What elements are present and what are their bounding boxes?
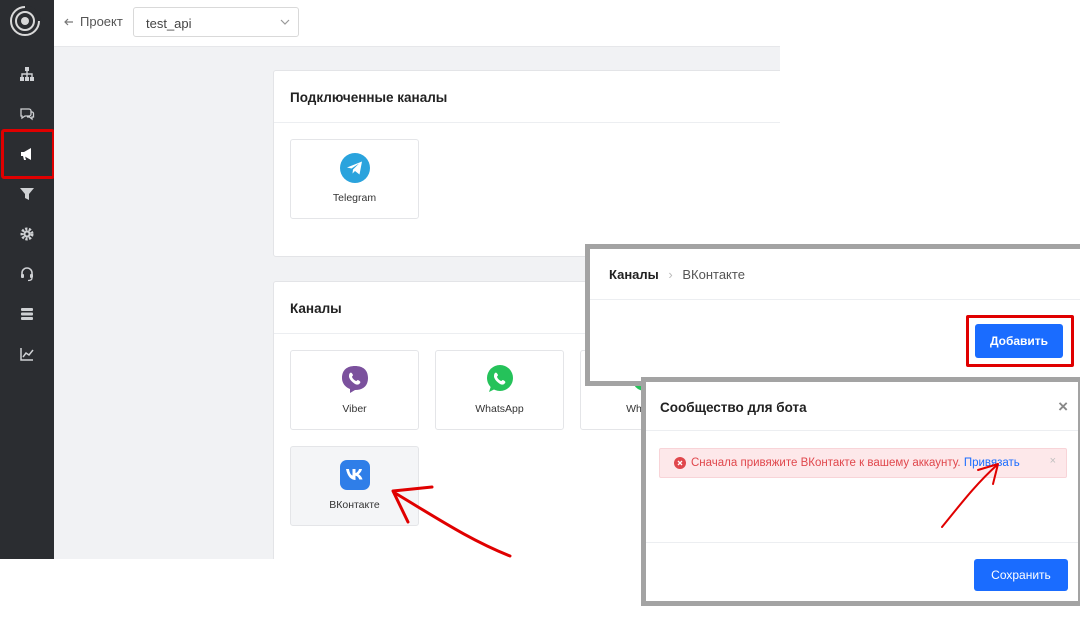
connected-channels-card: Подключенные каналы Telegram xyxy=(273,70,780,257)
gear-icon xyxy=(20,227,34,241)
sitemap-icon xyxy=(20,67,34,81)
annotation-highlight-nav xyxy=(1,129,55,179)
tile-label: WhatsApp xyxy=(475,403,524,415)
alert-text: Сначала привяжите ВКонтакте к вашему акк… xyxy=(691,457,961,469)
nav-analytics[interactable] xyxy=(0,334,54,374)
link-account-link[interactable]: Привязать xyxy=(964,457,1020,469)
alert-close-icon[interactable]: × xyxy=(1050,455,1056,467)
channel-tile-telegram[interactable]: Telegram xyxy=(290,139,419,219)
vk-panel: Каналы › ВКонтакте Добавить xyxy=(585,244,1080,386)
project-value: test_api xyxy=(146,16,192,31)
nav-chats[interactable] xyxy=(0,94,54,134)
close-icon[interactable]: × xyxy=(1058,397,1068,417)
back-label: Проект xyxy=(80,14,123,29)
divider xyxy=(274,122,780,123)
arrow-left-icon xyxy=(64,18,73,25)
whatsapp-icon xyxy=(487,365,513,392)
tile-label: Telegram xyxy=(332,192,377,204)
error-alert: Сначала привяжите ВКонтакте к вашему акк… xyxy=(659,448,1067,478)
channels-title: Каналы xyxy=(290,301,342,316)
vk-icon xyxy=(340,460,370,490)
nav-support[interactable] xyxy=(0,254,54,294)
database-icon xyxy=(21,308,33,320)
sidebar xyxy=(0,0,54,559)
breadcrumb-current: ВКонтакте xyxy=(682,267,745,282)
chevron-down-icon xyxy=(280,19,290,25)
nav-settings[interactable] xyxy=(0,214,54,254)
connected-title: Подключенные каналы xyxy=(290,90,448,105)
channel-tile-viber[interactable]: Viber xyxy=(290,350,419,430)
chat-icon xyxy=(20,108,35,121)
nav-structure[interactable] xyxy=(0,54,54,94)
topbar: Проект test_api xyxy=(54,0,780,47)
modal-title: Сообщество для бота xyxy=(660,400,807,415)
headset-icon xyxy=(21,267,33,282)
filter-icon xyxy=(20,188,34,200)
chart-icon xyxy=(20,348,34,361)
channel-tile-vk[interactable]: ВКонтакте xyxy=(290,446,419,526)
channel-tile-whatsapp[interactable]: WhatsApp xyxy=(435,350,564,430)
divider xyxy=(646,430,1078,431)
nav-database[interactable] xyxy=(0,294,54,334)
project-select[interactable]: test_api xyxy=(133,7,299,37)
breadcrumb-root[interactable]: Каналы xyxy=(609,267,659,282)
error-icon xyxy=(674,457,686,469)
telegram-icon xyxy=(340,153,370,183)
nav-filters[interactable] xyxy=(0,174,54,214)
tile-label: Viber xyxy=(342,403,367,415)
back-link[interactable]: Проект xyxy=(64,14,123,29)
tile-label: ВКонтакте xyxy=(329,499,380,511)
save-button[interactable]: Сохранить xyxy=(974,559,1068,591)
chevron-right-icon: › xyxy=(668,267,673,282)
divider xyxy=(590,299,1080,300)
add-button[interactable]: Добавить xyxy=(975,324,1063,358)
bot-community-modal: Сообщество для бота × Сначала привяжите … xyxy=(641,377,1080,606)
divider xyxy=(646,542,1078,543)
breadcrumb: Каналы › ВКонтакте xyxy=(609,267,745,282)
logo-icon[interactable] xyxy=(9,5,41,37)
viber-icon xyxy=(342,366,368,393)
